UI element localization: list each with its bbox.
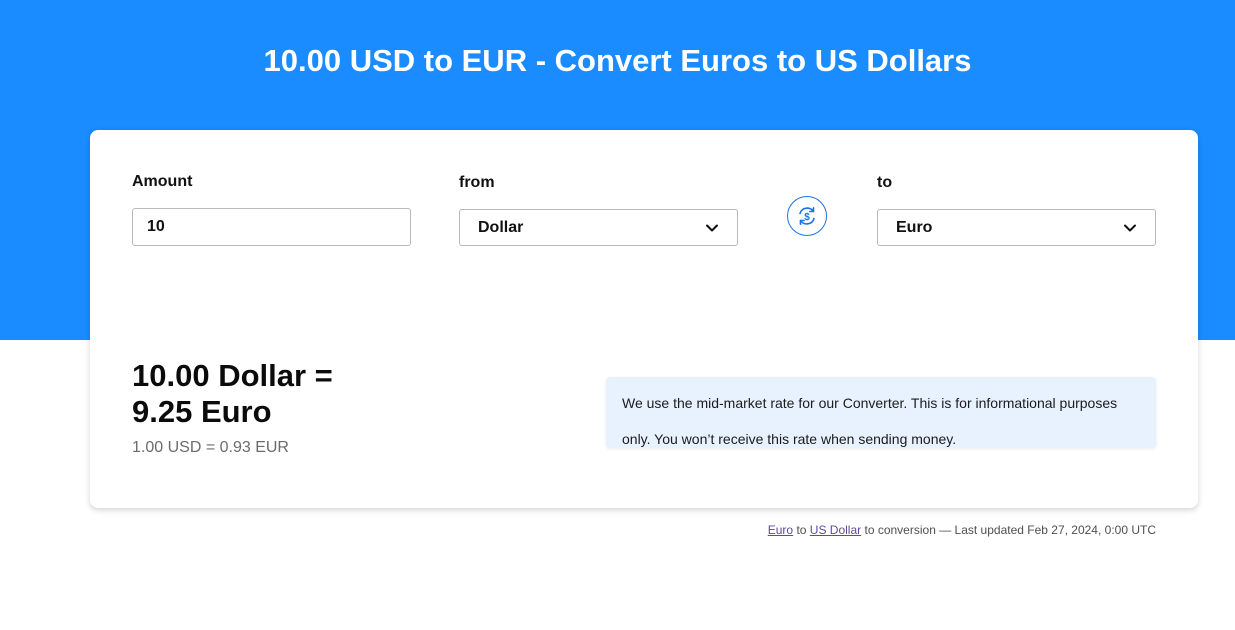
chevron-down-icon bbox=[1123, 221, 1137, 235]
result-amount-to: 9.25 Euro bbox=[132, 394, 272, 429]
chevron-down-icon bbox=[705, 221, 719, 235]
info-text: We use the mid-market rate for our Conve… bbox=[622, 395, 1118, 447]
to-currency-select[interactable]: Euro bbox=[877, 209, 1156, 246]
currency-exchange-icon: $ bbox=[795, 204, 819, 228]
to-currency-value: Euro bbox=[896, 218, 933, 236]
page-title: 10.00 USD to EUR - Convert Euros to US D… bbox=[263, 43, 972, 78]
us-dollar-link[interactable]: US Dollar bbox=[810, 523, 861, 537]
from-label: from bbox=[459, 174, 495, 191]
euro-link[interactable]: Euro bbox=[768, 523, 793, 537]
amount-input[interactable] bbox=[132, 208, 411, 246]
from-currency-select[interactable]: Dollar bbox=[459, 209, 738, 246]
mid-market-info-box: We use the mid-market rate for our Conve… bbox=[606, 377, 1156, 448]
amount-label: Amount bbox=[132, 173, 193, 190]
from-currency-value: Dollar bbox=[478, 218, 524, 236]
conversion-result: 10.00 Dollar = 9.25 Euro bbox=[132, 358, 432, 430]
result-amount-from: 10.00 Dollar = bbox=[132, 358, 333, 393]
last-updated-note: Euro to US Dollar to conversion — Last u… bbox=[768, 523, 1156, 537]
swap-currencies-button[interactable]: $ bbox=[787, 196, 827, 236]
footer-text-to: to bbox=[793, 523, 810, 537]
unit-rate: 1.00 USD = 0.93 EUR bbox=[132, 439, 289, 456]
footer-text-updated: to conversion — Last updated Feb 27, 202… bbox=[861, 523, 1156, 537]
svg-text:$: $ bbox=[804, 212, 810, 223]
converter-card: Amount from Dollar $ to Euro 10.00 Dolla… bbox=[90, 130, 1198, 508]
to-label: to bbox=[877, 174, 893, 191]
